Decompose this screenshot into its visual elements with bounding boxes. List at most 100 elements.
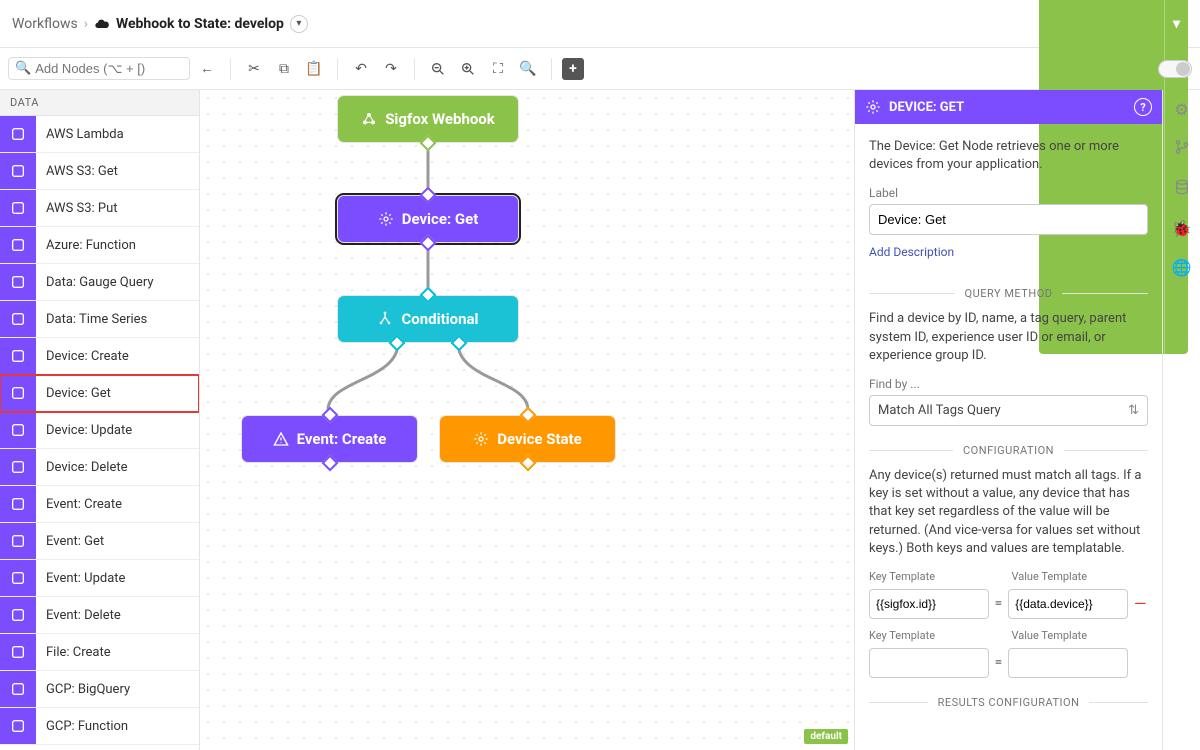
sidebar-item-device-delete[interactable]: Device: Delete <box>0 449 199 486</box>
key-input[interactable] <box>869 589 989 619</box>
sidebar: DATA AWS LambdaAWS S3: GetAWS S3: PutAzu… <box>0 90 200 750</box>
right-rail: ⚙ 🐞 🌐 <box>1162 90 1200 750</box>
node-icon <box>0 264 36 300</box>
node-list[interactable]: AWS Lambda AWS S3: Get AWS S3: Put Azure: F… <box>0 116 199 750</box>
sidebar-item-file-create[interactable]: File: Create <box>0 634 199 671</box>
add-node-button[interactable]: + <box>562 58 584 80</box>
value-template-label: Value Template <box>1012 570 1143 583</box>
label-input[interactable] <box>869 204 1148 235</box>
cut-button[interactable]: ✂ <box>241 56 267 82</box>
node-sigfox-webhook[interactable]: Sigfox Webhook <box>338 96 518 142</box>
node-icon <box>0 634 36 670</box>
copy-button[interactable]: ⧉ <box>271 56 297 82</box>
sidebar-item-event-update[interactable]: Event: Update <box>0 560 199 597</box>
node-device-get[interactable]: Device: Get <box>338 196 518 242</box>
node-icon <box>0 227 36 263</box>
bug-icon[interactable]: 🐞 <box>1172 219 1192 238</box>
query-desc: Find a device by ID, name, a tag query, … <box>869 310 1148 365</box>
sidebar-item-aws-s3-put[interactable]: AWS S3: Put <box>0 190 199 227</box>
key-input[interactable] <box>869 648 989 678</box>
sidebar-item-device-get[interactable]: Device: Get <box>0 375 199 412</box>
node-icon <box>0 523 36 559</box>
toolbar: 🔍 ← ✂ ⧉ 📋 ↶ ↷ ⛶ 🔍 + <box>0 48 1200 90</box>
zoom-in-button[interactable] <box>455 56 481 82</box>
breadcrumb: Workflows › Webhook to State: develop ▾ <box>12 15 308 33</box>
sidebar-item-gcp-bigquery[interactable]: GCP: BigQuery <box>0 671 199 708</box>
database-icon[interactable] <box>1174 179 1190 199</box>
sidebar-item-event-create[interactable]: Event: Create <box>0 486 199 523</box>
sidebar-item-data-time-series[interactable]: Data: Time Series <box>0 301 199 338</box>
back-button[interactable]: ← <box>194 56 220 82</box>
node-device-state[interactable]: Device State <box>440 416 615 462</box>
sidebar-item-azure-function[interactable]: Azure: Function <box>0 227 199 264</box>
node-icon <box>0 708 36 744</box>
sidebar-item-label: Event: Create <box>36 497 132 512</box>
webhook-icon <box>361 111 377 127</box>
sidebar-item-label: Event: Update <box>36 571 135 586</box>
canvas[interactable]: Sigfox Webhook Device: Get Conditional E… <box>200 90 854 750</box>
panel-header: DEVICE: GET ? <box>855 90 1162 124</box>
node-icon <box>0 486 36 522</box>
config-desc: Any device(s) returned must match all ta… <box>869 467 1148 558</box>
search-box[interactable]: 🔍 <box>8 57 190 80</box>
sidebar-item-label: Event: Get <box>36 534 114 549</box>
help-icon[interactable]: ? <box>1134 98 1152 116</box>
node-icon <box>0 560 36 596</box>
globe-icon[interactable]: 🌐 <box>1172 258 1192 277</box>
kv-row: = <box>869 648 1148 678</box>
equals-sign: = <box>995 655 1002 670</box>
findby-select[interactable]: Match All Tags Query⇅ <box>869 395 1148 426</box>
search-input[interactable] <box>35 61 183 76</box>
equals-sign: = <box>995 596 1002 611</box>
search-icon: 🔍 <box>15 61 31 76</box>
redo-button[interactable]: ↷ <box>378 56 404 82</box>
sidebar-item-event-get[interactable]: Event: Get <box>0 523 199 560</box>
default-badge: default <box>804 729 848 744</box>
remove-row-button[interactable]: — <box>1134 594 1148 613</box>
properties-panel: DEVICE: GET ? The Device: Get Node retri… <box>854 90 1162 750</box>
sidebar-item-label: GCP: Function <box>36 719 138 734</box>
sidebar-item-gcp-function[interactable]: GCP: Function <box>0 708 199 745</box>
node-icon <box>0 301 36 337</box>
git-branch-icon[interactable] <box>1174 139 1190 159</box>
sidebar-item-aws-s3-get[interactable]: AWS S3: Get <box>0 153 199 190</box>
results-config-header: RESULTS CONFIGURATION <box>869 696 1148 709</box>
sidebar-item-data-gauge-query[interactable]: Data: Gauge Query <box>0 264 199 301</box>
panel-body: The Device: Get Node retrieves one or mo… <box>855 124 1162 750</box>
breadcrumb-root[interactable]: Workflows <box>12 16 78 32</box>
sidebar-item-label: Data: Gauge Query <box>36 275 164 290</box>
sidebar-item-label: Data: Time Series <box>36 312 157 327</box>
panel-desc: The Device: Get Node retrieves one or mo… <box>869 138 1148 174</box>
sidebar-item-label: Device: Update <box>36 423 142 438</box>
sidebar-item-event-delete[interactable]: Event: Delete <box>0 597 199 634</box>
kv-row: =— <box>869 589 1148 619</box>
label-caption: Label <box>869 186 1148 200</box>
main: DATA AWS LambdaAWS S3: GetAWS S3: PutAzu… <box>0 90 1200 750</box>
sidebar-item-aws-lambda[interactable]: AWS Lambda <box>0 116 199 153</box>
branch-icon <box>377 311 393 327</box>
undo-button[interactable]: ↶ <box>348 56 374 82</box>
sidebar-item-label: Azure: Function <box>36 238 146 253</box>
find-button[interactable]: 🔍 <box>515 56 541 82</box>
key-template-label: Key Template <box>869 570 1000 583</box>
panel-title: DEVICE: GET <box>889 100 964 115</box>
sidebar-item-label: AWS S3: Get <box>36 164 128 179</box>
zoom-out-button[interactable] <box>425 56 451 82</box>
fit-button[interactable]: ⛶ <box>485 56 511 82</box>
value-input[interactable] <box>1008 589 1128 619</box>
debug-toggle[interactable] <box>1158 60 1192 78</box>
node-conditional[interactable]: Conditional <box>338 296 518 342</box>
sidebar-item-device-update[interactable]: Device: Update <box>0 412 199 449</box>
node-event-create[interactable]: Event: Create <box>242 416 417 462</box>
settings-icon[interactable]: ⚙ <box>1174 100 1188 119</box>
sidebar-item-label: Device: Delete <box>36 460 138 475</box>
paste-button[interactable]: 📋 <box>301 56 327 82</box>
add-description-link[interactable]: Add Description <box>869 245 954 259</box>
breadcrumb-dropdown[interactable]: ▾ <box>290 15 308 33</box>
value-input[interactable] <box>1008 648 1128 678</box>
sidebar-item-label: Device: Create <box>36 349 139 364</box>
header: Workflows › Webhook to State: develop ▾ … <box>0 0 1200 48</box>
breadcrumb-current: Webhook to State: develop <box>94 16 284 32</box>
cloud-icon <box>94 16 110 32</box>
sidebar-item-device-create[interactable]: Device: Create <box>0 338 199 375</box>
